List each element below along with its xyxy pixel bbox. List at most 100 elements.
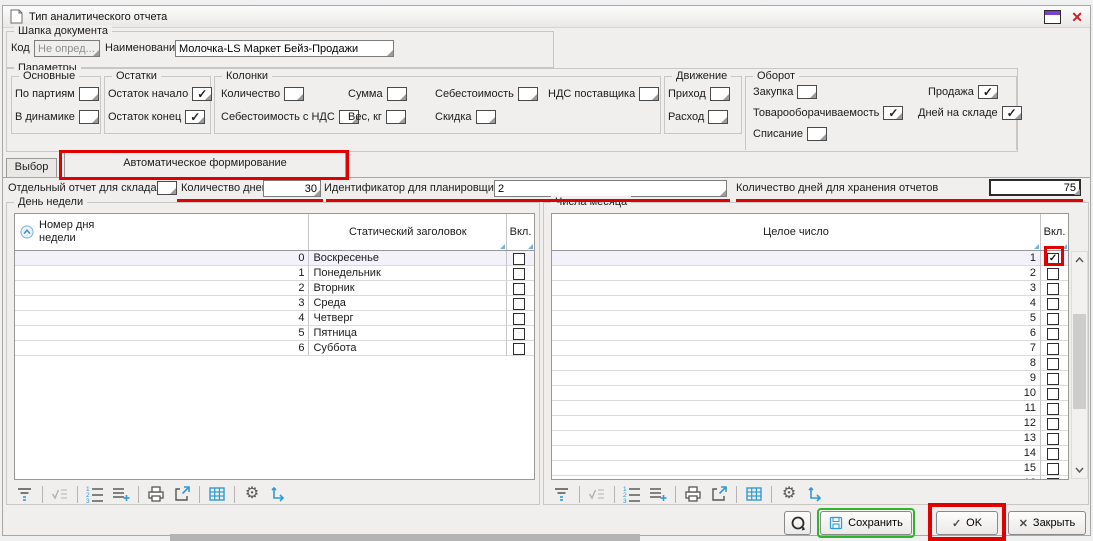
refresh-icon[interactable] (804, 483, 826, 505)
table-row[interactable]: 1Понедельник (15, 266, 534, 281)
spisanie-checkbox[interactable] (807, 127, 827, 141)
ostatok-konets-checkbox[interactable]: ✓ (185, 110, 205, 124)
prihod-checkbox[interactable] (710, 87, 730, 101)
month-col-number-header[interactable]: Целое число (552, 214, 1041, 250)
formula-check-icon[interactable] (49, 483, 71, 505)
separate-report-checkbox[interactable] (157, 181, 177, 195)
save-button[interactable]: Сохранить (820, 511, 912, 535)
refresh-round-button[interactable] (784, 511, 811, 535)
table-row[interactable]: 1✓ (552, 251, 1068, 266)
table-row[interactable]: 4 (552, 296, 1068, 311)
row-checkbox[interactable]: ✓ (1047, 253, 1059, 265)
grid-icon[interactable] (743, 483, 765, 505)
days-count-input[interactable] (263, 180, 321, 197)
tab-vybor[interactable]: Выбор (6, 158, 57, 177)
row-checkbox[interactable] (1047, 313, 1059, 325)
export-icon[interactable] (171, 483, 193, 505)
table-row[interactable]: 12 (552, 416, 1068, 431)
row-checkbox[interactable] (1047, 478, 1059, 480)
scroll-down-icon[interactable] (1072, 462, 1087, 478)
row-checkbox[interactable] (513, 343, 525, 355)
scrollbar-thumb[interactable] (1073, 314, 1086, 409)
table-row[interactable]: 16 (552, 476, 1068, 479)
ok-button[interactable]: ✓ OK (936, 511, 998, 535)
maximize-icon[interactable] (1044, 10, 1061, 24)
filter-icon[interactable] (551, 483, 573, 505)
table-row[interactable]: 5 (552, 311, 1068, 326)
zakupka-checkbox[interactable] (797, 85, 817, 99)
dney-na-sklade-checkbox[interactable]: ✓ (1002, 106, 1022, 120)
summa-checkbox[interactable] (387, 87, 407, 101)
close-dialog-button[interactable]: ✕ Закрыть (1008, 511, 1086, 535)
ves-kg-checkbox[interactable] (386, 110, 406, 124)
table-row[interactable]: 9 (552, 371, 1068, 386)
row-checkbox[interactable] (1047, 433, 1059, 445)
row-checkbox[interactable] (1047, 373, 1059, 385)
name-input[interactable] (175, 40, 394, 57)
table-row[interactable]: 10 (552, 386, 1068, 401)
table-row[interactable]: 6 (552, 326, 1068, 341)
add-rows-icon[interactable] (110, 483, 132, 505)
table-row[interactable]: 5Пятница (15, 326, 534, 341)
row-checkbox[interactable] (513, 328, 525, 340)
prodazha-checkbox[interactable]: ✓ (978, 85, 998, 99)
row-checkbox[interactable] (513, 268, 525, 280)
formula-check-icon[interactable] (586, 483, 608, 505)
table-row[interactable]: 7 (552, 341, 1068, 356)
sort-ascending-icon[interactable] (20, 225, 34, 239)
print-icon[interactable] (682, 483, 704, 505)
row-checkbox[interactable] (1047, 283, 1059, 295)
table-row[interactable]: 0Воскресенье (15, 251, 534, 266)
code-input[interactable] (34, 40, 100, 57)
row-checkbox[interactable] (1047, 268, 1059, 280)
grid-icon[interactable] (206, 483, 228, 505)
vertical-scrollbar[interactable] (1071, 251, 1088, 479)
row-checkbox[interactable] (1047, 463, 1059, 475)
refresh-icon[interactable] (267, 483, 289, 505)
numbered-list-icon[interactable]: 123 (621, 483, 643, 505)
row-checkbox[interactable] (1047, 358, 1059, 370)
row-checkbox[interactable] (513, 283, 525, 295)
row-checkbox[interactable] (1047, 298, 1059, 310)
gear-icon[interactable]: ⚙ (778, 483, 800, 505)
row-checkbox[interactable] (1047, 418, 1059, 430)
nds-postavshchika-checkbox[interactable] (639, 87, 659, 101)
table-row[interactable]: 3Среда (15, 296, 534, 311)
numbered-list-icon[interactable]: 123 (84, 483, 106, 505)
export-icon[interactable] (708, 483, 730, 505)
sebestoimost-checkbox[interactable] (518, 87, 538, 101)
tovarooborachivaemost-checkbox[interactable]: ✓ (883, 106, 903, 120)
po-partiyam-checkbox[interactable] (79, 87, 99, 101)
scheduler-id-input[interactable] (494, 180, 727, 197)
ostatok-nachalo-checkbox[interactable]: ✓ (192, 87, 212, 101)
tab-auto-formation[interactable]: Автоматическое формирование (64, 152, 346, 177)
table-row[interactable]: 6Суббота (15, 341, 534, 356)
scroll-up-icon[interactable] (1072, 252, 1087, 268)
table-row[interactable]: 15 (552, 461, 1068, 476)
row-checkbox[interactable] (513, 253, 525, 265)
table-row[interactable]: 2Вторник (15, 281, 534, 296)
skidka-checkbox[interactable] (476, 110, 496, 124)
day-col-caption-header[interactable]: Статический заголовок (309, 214, 507, 250)
day-col-number-header[interactable]: Номер дня недели (15, 214, 309, 250)
kolichestvo-checkbox[interactable] (284, 87, 304, 101)
filter-icon[interactable] (14, 483, 36, 505)
rashod-checkbox[interactable] (708, 110, 728, 124)
table-row[interactable]: 14 (552, 446, 1068, 461)
close-icon[interactable]: ✕ (1071, 10, 1083, 24)
table-row[interactable]: 13 (552, 431, 1068, 446)
title-bar[interactable]: Тип аналитического отчета ✕ (3, 6, 1090, 28)
row-checkbox[interactable] (1047, 448, 1059, 460)
row-checkbox[interactable] (1047, 403, 1059, 415)
print-icon[interactable] (145, 483, 167, 505)
day-col-on-header[interactable]: Вкл. (507, 214, 534, 250)
table-row[interactable]: 11 (552, 401, 1068, 416)
row-checkbox[interactable] (513, 313, 525, 325)
gear-icon[interactable]: ⚙ (241, 483, 263, 505)
row-checkbox[interactable] (513, 298, 525, 310)
table-row[interactable]: 8 (552, 356, 1068, 371)
table-row[interactable]: 2 (552, 266, 1068, 281)
add-rows-icon[interactable] (647, 483, 669, 505)
v-dinamike-checkbox[interactable] (79, 110, 99, 124)
table-row[interactable]: 4Четверг (15, 311, 534, 326)
